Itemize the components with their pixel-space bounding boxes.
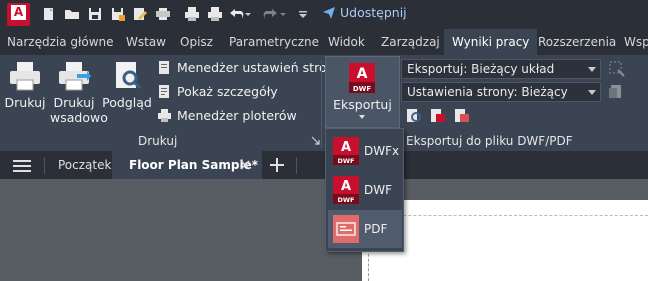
- file-tab-active-label[interactable]: Floor Plan Sample*: [129, 158, 258, 172]
- close-icon[interactable]: [240, 160, 250, 170]
- svg-text:A: A: [341, 179, 351, 194]
- plotter-manager-button[interactable]: Menedżer ploterów: [157, 108, 297, 123]
- file-tab-start[interactable]: Początek: [58, 158, 111, 172]
- new-file-icon[interactable]: [41, 6, 57, 22]
- page-setup-value: Ustawienia strony: Bieżący: [407, 85, 568, 99]
- menu-item-dwfx[interactable]: A DWF DWFx: [328, 132, 402, 170]
- dialog-launcher-icon[interactable]: [311, 136, 320, 145]
- drawing-area[interactable]: [0, 179, 648, 199]
- redo-dropdown-chevron-icon[interactable]: [279, 6, 287, 22]
- tab-annotate[interactable]: Opisz: [180, 35, 213, 49]
- hamburger-menu-icon[interactable]: [13, 159, 31, 173]
- batch-plot-button[interactable]: Drukuj wsadowo: [50, 60, 108, 125]
- tab-manage[interactable]: Zarządzaj: [381, 35, 440, 49]
- plot-label: Drukuj: [4, 95, 46, 110]
- group-separator: [321, 60, 322, 148]
- dwf-icon-text: DWF: [353, 85, 372, 93]
- menu-item-pdf[interactable]: PDF: [328, 210, 402, 248]
- tab-divider: [44, 157, 45, 174]
- batch-printer-icon: [59, 62, 91, 91]
- export-button[interactable]: A DWF Eksportuj: [325, 56, 400, 128]
- preview-magnifier-icon: [116, 62, 142, 90]
- window-select-icon[interactable]: [608, 60, 625, 77]
- app-logo-icon[interactable]: A: [7, 3, 30, 26]
- publish-web-icon[interactable]: [132, 6, 148, 22]
- tab-extensions[interactable]: Rozszerzenia: [538, 35, 616, 49]
- batch-plot-label-line2: wsadowo: [50, 110, 108, 125]
- export-dwf-icon: A DWF: [349, 63, 375, 93]
- ribbon-panel: Drukuj Drukuj wsadowo Podgląd Menedżer u…: [0, 56, 648, 151]
- chevron-down-icon: [588, 67, 596, 72]
- plot-details-icon: [159, 85, 169, 98]
- tab-insert[interactable]: Wstaw: [126, 35, 166, 49]
- plot-settings-icon[interactable]: [207, 6, 223, 22]
- plotter-manager-label: Menedżer ploterów: [177, 108, 297, 123]
- export-format-menu: A DWF DWFx A DWF DWF PDF: [325, 128, 404, 252]
- tab-divider: [296, 157, 297, 174]
- plot-icon[interactable]: [184, 6, 200, 22]
- export-scope-select[interactable]: Eksportuj: Bieżący układ: [401, 59, 601, 79]
- page-setup-icon: [159, 61, 169, 74]
- page-setup-manager-button[interactable]: Menedżer ustawień strony: [157, 60, 342, 75]
- preview-export-icon[interactable]: [405, 108, 423, 124]
- undo-dropdown-chevron-icon[interactable]: [244, 6, 252, 22]
- svg-text:A: A: [357, 66, 368, 82]
- menu-item-dwf[interactable]: A DWF DWF: [328, 171, 402, 209]
- plotter-icon: [158, 109, 171, 122]
- open-folder-icon[interactable]: [64, 6, 80, 22]
- print-group-label: Drukuj: [138, 134, 178, 148]
- export-dropdown-chevron-icon: [359, 115, 365, 119]
- plot-details-button[interactable]: Pokaż szczegóły: [157, 84, 278, 99]
- file-tab-bar: Początek Floor Plan Sample*: [0, 151, 648, 179]
- dwfx-file-icon: A DWF: [333, 137, 359, 165]
- dwf-file-icon: A DWF: [333, 176, 359, 204]
- chevron-down-icon: [588, 90, 596, 95]
- printable-area-top-edge: [368, 215, 648, 216]
- undo-history-icon[interactable]: [155, 6, 171, 22]
- ribbon-tab-bar: Narzędzia główne Wstaw Opisz Parametrycz…: [0, 29, 648, 56]
- svg-text:DWF: DWF: [337, 157, 354, 165]
- share-button[interactable]: Udostępnij: [322, 5, 407, 20]
- tab-output[interactable]: Wyniki pracy: [444, 29, 538, 56]
- menu-item-dwfx-label: DWFx: [364, 144, 400, 158]
- export-scope-value: Eksportuj: Bieżący układ: [407, 62, 555, 76]
- svg-text:A: A: [341, 140, 351, 155]
- plot-button[interactable]: Drukuj: [4, 60, 46, 110]
- page-setup-select[interactable]: Ustawienia strony: Bieżący: [401, 82, 601, 102]
- preview-button[interactable]: Podgląd: [102, 60, 152, 110]
- tab-view[interactable]: Widok: [328, 35, 365, 49]
- send-icon: [323, 6, 335, 19]
- page-setup-manager-label: Menedżer ustawień strony: [177, 60, 342, 75]
- new-tab-plus-icon[interactable]: [269, 157, 285, 173]
- tab-parametric[interactable]: Parametryczne: [229, 35, 319, 49]
- quick-access-toolbar: A Udostępnij: [0, 0, 648, 29]
- tab-home[interactable]: Narzędzia główne: [7, 35, 114, 49]
- layout-paper: [362, 200, 648, 281]
- undo-icon[interactable]: [229, 6, 245, 22]
- page-setup-override-icon[interactable]: [608, 83, 625, 100]
- save-as-icon[interactable]: [110, 6, 126, 22]
- batch-plot-label-line1: Drukuj: [53, 95, 95, 110]
- export-pdf-small-icon[interactable]: [453, 108, 471, 124]
- save-icon[interactable]: [87, 6, 103, 22]
- redo-icon[interactable]: [262, 6, 278, 22]
- export-dwfx-small-icon[interactable]: [429, 108, 447, 124]
- export-label: Eksportuj: [333, 97, 392, 112]
- plot-details-label: Pokaż szczegóły: [177, 84, 278, 99]
- share-label: Udostępnij: [340, 5, 407, 20]
- pdf-file-icon: [333, 215, 359, 243]
- svg-text:DWF: DWF: [337, 196, 354, 204]
- printer-icon: [10, 62, 40, 91]
- menu-item-pdf-label: PDF: [364, 222, 388, 236]
- customize-qat-icon[interactable]: [298, 6, 308, 22]
- menu-item-dwf-label: DWF: [364, 183, 393, 197]
- preview-label: Podgląd: [102, 95, 152, 110]
- tab-collaborate[interactable]: Wsp: [624, 35, 648, 49]
- export-group-label: Eksportuj do pliku DWF/PDF: [406, 134, 573, 148]
